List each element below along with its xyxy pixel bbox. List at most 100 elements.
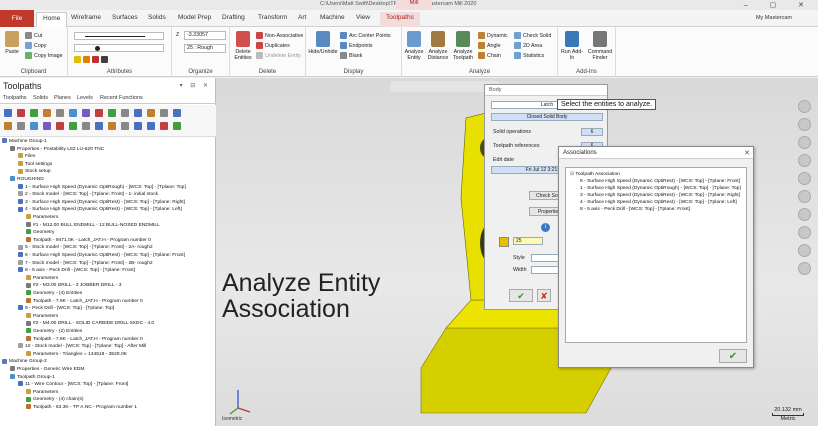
tab-planes-panel[interactable]: Planes bbox=[54, 95, 71, 101]
toolbar-tool-icon[interactable] bbox=[43, 109, 51, 117]
non-associative-button[interactable]: Non-Associative bbox=[256, 32, 303, 39]
level-grid-icon[interactable] bbox=[499, 237, 509, 247]
view-control-button[interactable] bbox=[798, 118, 811, 131]
analyze-toolpath-button[interactable]: Analyze Toolpath bbox=[451, 31, 475, 61]
analyze-entity-button[interactable]: Analyze Entity bbox=[403, 31, 425, 61]
tree-item[interactable]: 8 - 5 axis - Peck Drill - [WCS: Top] - [… bbox=[18, 267, 135, 274]
copy-button[interactable]: Copy bbox=[25, 42, 46, 49]
analyze-distance-button[interactable]: Analyze Distance bbox=[426, 31, 450, 61]
duplicates-button[interactable]: Duplicates bbox=[256, 42, 290, 49]
toolbar-tool-icon[interactable] bbox=[173, 122, 181, 130]
cancel-button[interactable]: ✘ bbox=[537, 289, 551, 302]
associations-ok-button[interactable]: ✔ bbox=[719, 349, 747, 363]
tab-levels-panel[interactable]: Levels bbox=[77, 95, 93, 101]
association-item[interactable]: 4 - Surface High Speed (Dynamic OptiRest… bbox=[580, 200, 737, 205]
statistics-button[interactable]: Statistics bbox=[514, 52, 544, 59]
tree-item[interactable]: Parameters - Triangles = 144518 - 3528.0… bbox=[26, 351, 127, 358]
window-controls[interactable]: – ▢ ✕ bbox=[744, 1, 814, 9]
delete-entities-button[interactable]: Delete Entities bbox=[232, 31, 254, 61]
toolbar-tool-icon[interactable] bbox=[121, 109, 129, 117]
tab-transform[interactable]: Transform bbox=[258, 14, 287, 21]
z-depth-input[interactable]: -3.33057 bbox=[184, 31, 226, 40]
info-icon[interactable]: i bbox=[541, 223, 550, 232]
association-item[interactable]: 3 - Surface High Speed (Dynamic OptiRest… bbox=[580, 193, 740, 198]
view-control-button[interactable] bbox=[798, 172, 811, 185]
tab-recent-functions-panel[interactable]: Recent Functions bbox=[100, 95, 143, 101]
chain-button[interactable]: Chain bbox=[478, 52, 501, 59]
association-root[interactable]: ⊟ Toolpath Association bbox=[570, 171, 620, 177]
tree-item[interactable]: 4 - Surface High Speed (Dynamic OptiRest… bbox=[18, 206, 182, 213]
toolbar-tool-icon[interactable] bbox=[160, 109, 168, 117]
tree-item[interactable]: Geometry bbox=[26, 229, 54, 236]
toolbar-tool-icon[interactable] bbox=[147, 122, 155, 130]
tree-item[interactable]: 6 - Surface High Speed (Dynamic OptiRest… bbox=[18, 252, 185, 259]
view-control-button[interactable] bbox=[798, 154, 811, 167]
tree-item[interactable]: 1 - Surface High Speed (Dynamic OptiRoug… bbox=[18, 183, 186, 191]
tree-item[interactable]: Toolpath - 63.3K - TP A.NC - Program num… bbox=[26, 404, 137, 411]
tab-solids[interactable]: Solids bbox=[148, 14, 166, 21]
tree-item[interactable]: Parameters bbox=[26, 313, 58, 320]
tab-wireframe[interactable]: Wireframe bbox=[71, 14, 101, 21]
tree-item[interactable]: 9 - Peck Drill - [WCS: Top] - [Tplane: T… bbox=[18, 305, 114, 312]
tab-home[interactable]: Home bbox=[36, 12, 68, 27]
toolbar-tool-icon[interactable] bbox=[173, 109, 181, 117]
check-solid-button[interactable]: Check Solid bbox=[514, 32, 551, 39]
cut-button[interactable]: Cut bbox=[25, 32, 42, 39]
tree-item[interactable]: Toolpath Group-1 bbox=[10, 373, 55, 381]
tab-machine[interactable]: Machine bbox=[320, 14, 345, 21]
color-buttons[interactable] bbox=[74, 56, 110, 63]
tree-item[interactable]: Machine Group-1 bbox=[2, 138, 47, 145]
toolbar-tool-icon[interactable] bbox=[134, 122, 142, 130]
toolbar-tool-icon[interactable] bbox=[56, 122, 64, 130]
tree-item[interactable]: Parameters bbox=[26, 214, 58, 221]
toolbar-tool-icon[interactable] bbox=[69, 109, 77, 117]
toolbar-tool-icon[interactable] bbox=[4, 122, 12, 130]
view-control-button[interactable] bbox=[798, 262, 811, 275]
ok-button[interactable]: ✔ bbox=[509, 289, 533, 302]
toolbar-tool-icon[interactable] bbox=[160, 122, 168, 130]
toolbar-tool-icon[interactable] bbox=[43, 122, 51, 130]
angle-button[interactable]: Angle bbox=[478, 42, 501, 49]
view-control-button[interactable] bbox=[798, 190, 811, 203]
panel-controls[interactable]: ▾ ⊟ ✕ bbox=[180, 82, 211, 89]
close-icon[interactable]: ✕ bbox=[744, 149, 750, 157]
run-addin-button[interactable]: Run Add-In bbox=[560, 31, 584, 61]
toolbar-tool-icon[interactable] bbox=[17, 122, 25, 130]
view-control-button[interactable] bbox=[798, 136, 811, 149]
association-item[interactable]: 8 - 5 axis - Peck Drill - [WCS: Top] - [… bbox=[580, 207, 690, 212]
tab-file[interactable]: File bbox=[0, 10, 34, 27]
tree-item[interactable]: Toolpath - 7.8K - Latch_JAT.H - Program … bbox=[26, 335, 143, 343]
toolbar-tool-icon[interactable] bbox=[82, 109, 90, 117]
copy-image-button[interactable]: Copy Image bbox=[25, 52, 63, 59]
tree-item[interactable]: Toolpath - 9471.0K - Latch_JAT.H - Progr… bbox=[26, 237, 151, 244]
tab-view[interactable]: View bbox=[356, 14, 370, 21]
arc-center-points-button[interactable]: Arc Center Points bbox=[340, 32, 391, 39]
view-control-button[interactable] bbox=[798, 208, 811, 221]
tree-item[interactable]: #2 - M3.00 DRILL - 3 JOBBER DRILL - 3 bbox=[26, 282, 122, 289]
view-control-button[interactable] bbox=[798, 244, 811, 257]
hide-unhide-button[interactable]: Hide/Unhide bbox=[308, 31, 338, 55]
toolbar-tool-icon[interactable] bbox=[121, 122, 129, 130]
tree-item[interactable]: Tool settings bbox=[18, 161, 52, 168]
toolbar-tool-icon[interactable] bbox=[108, 109, 116, 117]
tab-drafting[interactable]: Drafting bbox=[222, 14, 245, 21]
tree-item[interactable]: Toolpath - 7.9K - Latch_JAT.H - Program … bbox=[26, 297, 143, 305]
blank-button[interactable]: Blank bbox=[340, 52, 362, 59]
toolbar-tool-icon[interactable] bbox=[69, 122, 77, 130]
tab-solids-panel[interactable]: Solids bbox=[33, 95, 48, 101]
2d-area-button[interactable]: 2D Area bbox=[514, 42, 542, 49]
level-dropdown[interactable]: 25 : Rough bbox=[184, 44, 226, 53]
tree-item[interactable]: Machine Group-2 bbox=[2, 358, 47, 365]
toolbar-tool-icon[interactable] bbox=[4, 109, 12, 117]
tree-item[interactable]: ROUGHING bbox=[10, 176, 44, 183]
tree-item[interactable]: 2 - Stock model - [WCS: Top] - [Tplane: … bbox=[18, 191, 158, 198]
tree-item[interactable]: Files bbox=[18, 153, 35, 160]
tree-item[interactable]: 5 - Stock model - [WCS: Top] - [Tplane: … bbox=[18, 244, 153, 251]
tree-item[interactable]: Properties - Postability Ltt2 LU-620 TNC bbox=[10, 145, 104, 153]
toolbar-tool-icon[interactable] bbox=[95, 122, 103, 130]
tree-item[interactable]: #1 - M12.00 BULL ENDMILL - 12 BULL-NOSED… bbox=[26, 221, 160, 229]
tab-art[interactable]: Art bbox=[298, 14, 306, 21]
tree-item[interactable]: Parameters bbox=[26, 389, 58, 396]
toolbar-tool-icon[interactable] bbox=[82, 122, 90, 130]
tab-surfaces[interactable]: Surfaces bbox=[112, 14, 138, 21]
